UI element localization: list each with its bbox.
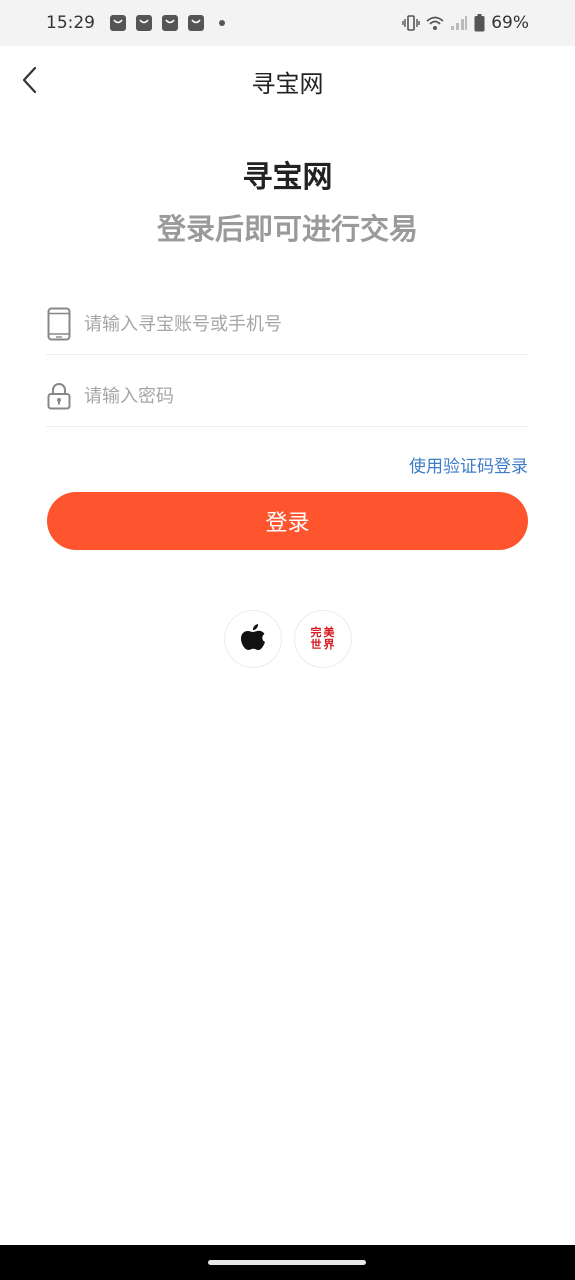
shopping-bag-icon [162, 15, 178, 31]
phone-icon [46, 307, 72, 341]
battery-icon [474, 14, 485, 32]
status-left: 15:29 [46, 13, 225, 33]
status-bar: 15:29 69% [0, 0, 575, 46]
lock-icon [46, 379, 72, 413]
wanmei-logo-char: 界 [323, 638, 335, 651]
wanmei-logo-char: 世 [310, 638, 322, 651]
apple-icon [240, 624, 265, 650]
third-party-login: 完 美 世 界 [0, 610, 575, 668]
wanmei-login-button[interactable]: 完 美 世 界 [293, 610, 352, 668]
shopping-bag-icon [188, 15, 204, 31]
status-right: 69% [402, 13, 529, 33]
code-login-link[interactable]: 使用验证码登录 [409, 452, 528, 477]
nav-bar: 寻宝网 [0, 46, 575, 116]
wanmei-logo-icon: 完 美 世 界 [310, 627, 336, 651]
password-input[interactable] [82, 384, 516, 408]
apple-login-button[interactable] [223, 610, 282, 668]
battery-percent: 69% [491, 13, 529, 33]
shopping-bag-icon [110, 15, 126, 31]
login-button[interactable]: 登录 [47, 492, 528, 550]
shopping-bag-icon [136, 15, 152, 31]
password-field [46, 366, 528, 427]
brand-title: 寻宝网 [242, 160, 333, 195]
home-indicator[interactable] [208, 1260, 366, 1265]
account-field [46, 294, 528, 355]
wifi-icon [426, 16, 444, 30]
status-time: 15:29 [46, 13, 95, 33]
system-navigation-bar [0, 1245, 575, 1280]
signal-icon [451, 16, 468, 30]
nav-title: 寻宝网 [251, 70, 324, 98]
account-input[interactable] [82, 312, 516, 336]
vibrate-icon [402, 15, 420, 31]
login-subtitle: 登录后即可进行交易 [156, 212, 418, 246]
notification-dot-icon [219, 20, 225, 26]
